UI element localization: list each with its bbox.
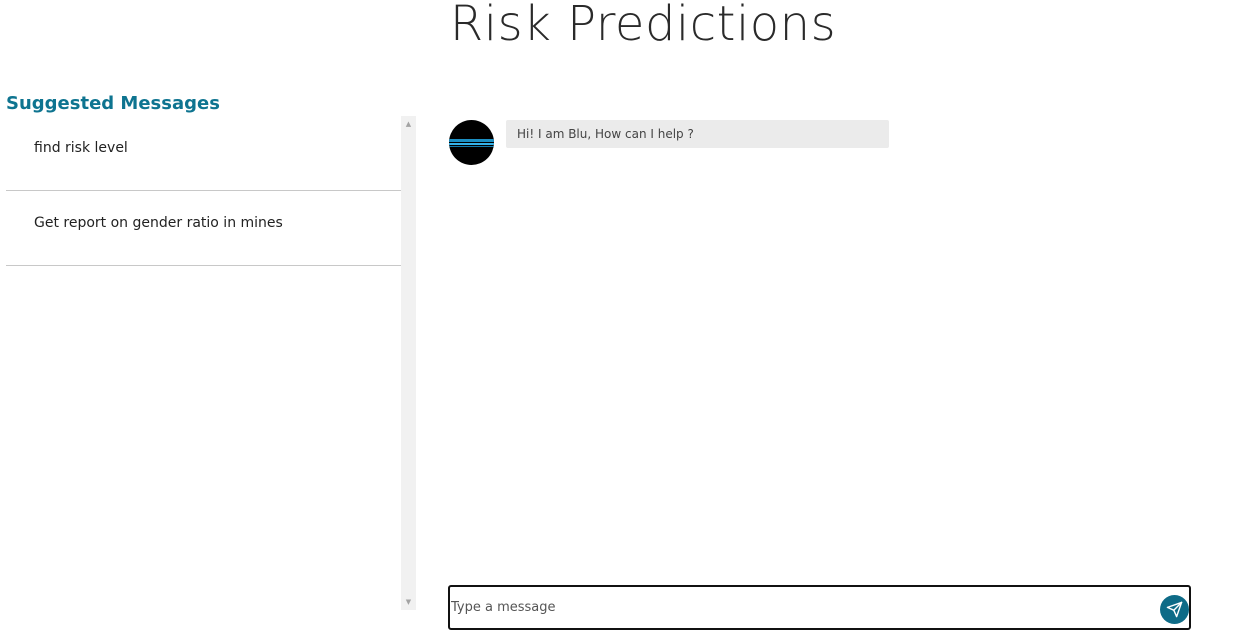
- chat-message-area: Hi! I am Blu, How can I help ?: [448, 116, 1190, 576]
- page: Risk Predictions Suggested Messages find…: [0, 0, 1236, 643]
- message-composer: [448, 585, 1191, 630]
- suggested-messages-list: find risk level Get report on gender rat…: [6, 116, 401, 610]
- scroll-down-arrow-icon[interactable]: ▼: [401, 596, 416, 608]
- bot-avatar: [449, 120, 494, 165]
- bot-message-bubble: Hi! I am Blu, How can I help ?: [506, 120, 889, 148]
- suggestion-item-gender-ratio-report[interactable]: Get report on gender ratio in mines: [6, 191, 401, 266]
- page-title: Risk Predictions: [449, 0, 837, 52]
- suggested-messages-heading: Suggested Messages: [6, 93, 220, 114]
- suggestion-item-find-risk-level[interactable]: find risk level: [6, 116, 401, 191]
- suggestions-scrollbar[interactable]: ▲ ▼: [401, 116, 416, 610]
- message-input[interactable]: [451, 587, 1151, 628]
- scroll-up-arrow-icon[interactable]: ▲: [401, 118, 416, 130]
- paper-plane-icon: [1166, 601, 1183, 618]
- send-button[interactable]: [1160, 595, 1189, 624]
